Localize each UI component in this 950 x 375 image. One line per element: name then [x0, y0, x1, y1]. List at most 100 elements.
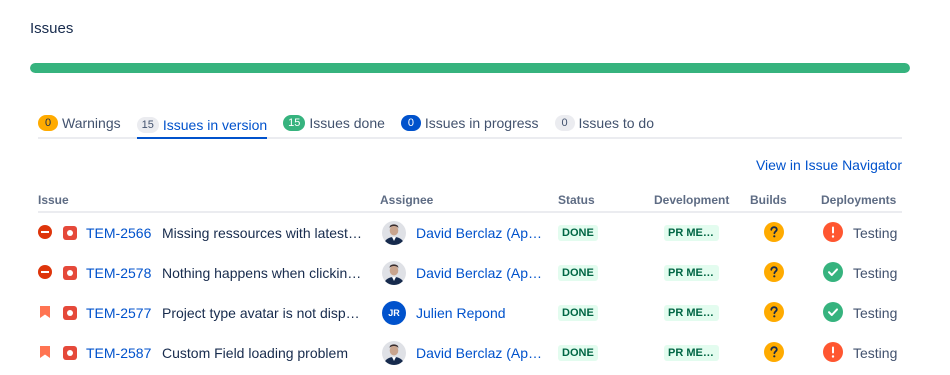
- highest-icon: [38, 305, 52, 322]
- deployment-environment-label[interactable]: Testing: [853, 305, 897, 321]
- tab-issues-in-progress[interactable]: 0 Issues in progress: [400, 112, 539, 134]
- development-cell: PR MERGED: [664, 333, 719, 373]
- issue-key-cell: TEM-2577: [86, 293, 151, 333]
- assignee-name-link[interactable]: David Berclaz (Apwide): [416, 345, 544, 361]
- builds-cell: [764, 293, 784, 333]
- priority-cell: [38, 213, 52, 253]
- table-row: TEM-2566 Missing ressources with latest v…: [38, 213, 902, 253]
- status-cell: DONE: [558, 293, 598, 333]
- issues-table: Issue Assignee Status Development Builds…: [38, 190, 902, 373]
- tab-label: Issues to do: [578, 115, 655, 131]
- tab-issues-in-version[interactable]: 15 Issues in version: [136, 112, 268, 139]
- issue-summary[interactable]: Missing ressources with latest version: [162, 225, 362, 241]
- question-icon[interactable]: [764, 341, 784, 365]
- avatar: [382, 341, 406, 365]
- priority-cell: [38, 333, 52, 373]
- builds-cell: [764, 213, 784, 253]
- issue-key-cell: TEM-2578: [86, 253, 151, 293]
- success-icon: [823, 301, 843, 325]
- blocker-icon: [38, 224, 52, 242]
- bug-icon: [63, 226, 77, 240]
- assignee-cell: David Berclaz (Apwide): [382, 213, 544, 253]
- tab-issues-done[interactable]: 15 Issues done: [283, 112, 385, 134]
- issue-type-cell: [63, 293, 77, 333]
- issue-tabs: 0 Warnings 15 Issues in version 15 Issues don…: [38, 112, 902, 139]
- assignee-name-link[interactable]: David Berclaz (Apwide): [416, 265, 544, 281]
- avatar: JR: [382, 301, 406, 325]
- issue-summary[interactable]: Nothing happens when clicking on button: [162, 265, 362, 281]
- view-in-issue-navigator-link[interactable]: View in Issue Navigator: [756, 157, 902, 173]
- tab-label: Issues in version: [162, 116, 268, 133]
- issue-summary[interactable]: Custom Field loading problem: [162, 345, 362, 361]
- pull-request-status-badge[interactable]: PR MERGED: [664, 265, 719, 281]
- table-header: Issue Assignee Status Development Builds…: [38, 190, 902, 213]
- deployment-environment-label[interactable]: Testing: [853, 225, 897, 241]
- issue-summary[interactable]: Project type avatar is not displayed: [162, 305, 362, 321]
- column-header-development: Development: [654, 193, 730, 207]
- tab-label: Warnings: [62, 115, 121, 131]
- builds-cell: [764, 333, 784, 373]
- summary-cell: Missing ressources with latest version: [162, 213, 362, 253]
- bug-icon: [63, 346, 77, 360]
- tab-count-badge: 0: [400, 115, 421, 131]
- column-header-status: Status: [558, 193, 595, 207]
- deployments-cell: Testing: [823, 293, 897, 333]
- avatar: [382, 261, 406, 285]
- status-badge: DONE: [558, 265, 598, 281]
- issue-key-link[interactable]: TEM-2587: [86, 345, 151, 361]
- highest-icon: [38, 345, 52, 362]
- issue-key-link[interactable]: TEM-2566: [86, 225, 151, 241]
- summary-cell: Custom Field loading problem: [162, 333, 362, 373]
- question-icon[interactable]: [764, 221, 784, 245]
- section-title: Issues: [30, 20, 74, 37]
- question-icon[interactable]: [764, 301, 784, 325]
- version-progress-bar: [30, 63, 910, 73]
- error-icon: [823, 341, 843, 365]
- tab-count-badge: 15: [283, 115, 306, 131]
- blocker-icon: [38, 264, 52, 282]
- tab-label: Issues done: [309, 115, 385, 131]
- deployments-cell: Testing: [823, 213, 897, 253]
- status-cell: DONE: [558, 333, 598, 373]
- column-header-issue: Issue: [38, 193, 69, 207]
- builds-cell: [764, 253, 784, 293]
- bug-icon: [63, 266, 77, 280]
- tab-warnings[interactable]: 0 Warnings: [38, 112, 121, 134]
- column-header-builds: Builds: [750, 193, 787, 207]
- pull-request-status-badge[interactable]: PR MERGED: [664, 225, 719, 241]
- status-cell: DONE: [558, 253, 598, 293]
- pull-request-status-badge[interactable]: PR MERGED: [664, 345, 719, 361]
- assignee-name-link[interactable]: Julien Repond: [416, 305, 544, 321]
- development-cell: PR MERGED: [664, 253, 719, 293]
- success-icon: [823, 261, 843, 285]
- table-body: TEM-2566 Missing ressources with latest v…: [38, 213, 902, 373]
- deployment-environment-label[interactable]: Testing: [853, 265, 897, 281]
- assignee-cell: JR Julien Repond: [382, 293, 544, 333]
- question-icon[interactable]: [764, 261, 784, 285]
- progress-fill-done: [30, 63, 910, 73]
- issue-key-link[interactable]: TEM-2578: [86, 265, 151, 281]
- status-cell: DONE: [558, 213, 598, 253]
- tab-count-badge: 0: [38, 115, 58, 131]
- deployments-cell: Testing: [823, 333, 897, 373]
- issue-key-cell: TEM-2566: [86, 213, 151, 253]
- tab-issues-to-do[interactable]: 0 Issues to do: [554, 112, 655, 134]
- summary-cell: Project type avatar is not displayed: [162, 293, 362, 333]
- deployment-environment-label[interactable]: Testing: [853, 345, 897, 361]
- assignee-cell: David Berclaz (Apwide): [382, 333, 544, 373]
- avatar: [382, 221, 406, 245]
- tab-count-badge: 15: [136, 116, 159, 133]
- development-cell: PR MERGED: [664, 213, 719, 253]
- issue-key-link[interactable]: TEM-2577: [86, 305, 151, 321]
- priority-cell: [38, 293, 52, 333]
- tab-count-badge: 0: [554, 115, 575, 131]
- pull-request-status-badge[interactable]: PR MERGED: [664, 305, 719, 321]
- column-header-assignee: Assignee: [380, 193, 434, 207]
- error-icon: [823, 221, 843, 245]
- assignee-name-link[interactable]: David Berclaz (Apwide): [416, 225, 544, 241]
- issue-type-cell: [63, 333, 77, 373]
- tab-label: Issues in progress: [424, 115, 539, 131]
- issue-key-cell: TEM-2587: [86, 333, 151, 373]
- table-row: TEM-2577 Project type avatar is not displ…: [38, 293, 902, 333]
- deployments-cell: Testing: [823, 253, 897, 293]
